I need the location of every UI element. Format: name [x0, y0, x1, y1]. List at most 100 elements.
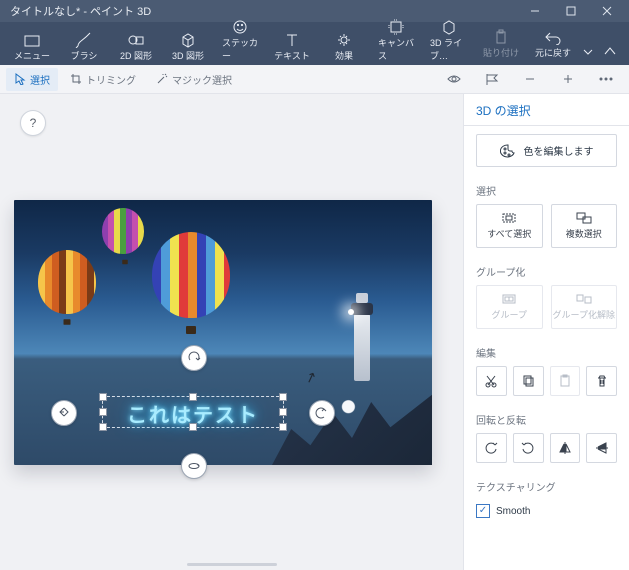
resize-handle-r[interactable] — [279, 408, 287, 416]
view3d-button[interactable] — [437, 66, 471, 92]
paste-icon — [492, 29, 510, 45]
canvas-tab[interactable]: キャンバス — [370, 17, 422, 65]
trash-icon — [595, 374, 609, 388]
side-panel: 3D の選択 色を編集します 選択 すべて選択 複数選択 — [463, 94, 629, 570]
multi-select-button[interactable]: 複数選択 — [551, 204, 618, 248]
paste-label: 貼り付け — [483, 46, 519, 59]
effects-icon — [335, 32, 353, 48]
multi-select-icon — [576, 212, 592, 224]
brush-tab[interactable]: ブラシ — [58, 30, 110, 65]
menu-button[interactable]: メニュー — [6, 32, 58, 65]
close-button[interactable] — [589, 0, 625, 22]
undo-history-dropdown[interactable] — [579, 46, 597, 62]
section-select-title: 選択 — [476, 183, 617, 198]
shapes2d-tab[interactable]: 2D 図形 — [110, 30, 162, 65]
shapes3d-tab[interactable]: 3D 図形 — [162, 30, 214, 65]
menu-icon — [23, 34, 41, 48]
selection-box[interactable]: これはテスト ↗ — [102, 396, 284, 428]
brush-icon — [75, 32, 93, 48]
cut-button[interactable] — [476, 366, 507, 396]
undo-icon — [544, 29, 562, 45]
zoom-out-button[interactable] — [513, 66, 547, 92]
rotate-y-handle[interactable] — [309, 400, 335, 426]
shapes2d-icon — [127, 32, 145, 48]
flip-vertical-button[interactable] — [586, 433, 617, 463]
select-all-label: すべて選択 — [487, 227, 531, 240]
horizontal-scroll-indicator[interactable] — [187, 563, 277, 566]
resize-handle-tl[interactable] — [99, 393, 107, 401]
magic-icon — [156, 73, 168, 85]
sub-toolbar: 選択 トリミング マジック選択 — [0, 65, 629, 94]
scene-light-beam — [348, 309, 354, 315]
rotate-cw-icon — [521, 441, 535, 455]
resize-handle-t[interactable] — [189, 393, 197, 401]
plus-icon — [562, 73, 574, 85]
rotate-cw-button[interactable] — [513, 433, 544, 463]
copy-button[interactable] — [513, 366, 544, 396]
rotate-x-handle[interactable] — [181, 345, 207, 371]
undo-label: 元に戻す — [535, 46, 571, 59]
ellipsis-icon — [599, 77, 613, 81]
paste-panel-icon — [558, 374, 572, 388]
magic-select-tool[interactable]: マジック選択 — [148, 68, 240, 91]
magic-label: マジック選択 — [172, 72, 232, 87]
delete-button[interactable] — [586, 366, 617, 396]
library3d-tab[interactable]: 3D ライブ… — [422, 17, 475, 65]
flip-v-icon — [595, 441, 609, 455]
ribbon: メニュー ブラシ 2D 図形 3D 図形 ステッカー テキスト 効果 キャンバ — [0, 22, 629, 65]
sticker-icon — [231, 19, 249, 35]
move-cursor-icon: ↗ — [303, 368, 320, 388]
select-all-icon — [501, 212, 517, 224]
rotate-z-handle[interactable] — [181, 453, 207, 479]
shapes3d-icon — [179, 32, 197, 48]
resize-handle-l[interactable] — [99, 408, 107, 416]
help-button[interactable]: ? — [20, 110, 46, 136]
check-icon: ✓ — [476, 504, 490, 518]
library3d-icon — [440, 19, 458, 35]
flag-icon — [485, 73, 499, 85]
brush-label: ブラシ — [71, 49, 98, 62]
resize-handle-tr[interactable] — [279, 393, 287, 401]
edit-color-label: 色を編集します — [524, 143, 594, 158]
ungroup-button: グループ化解除 — [551, 285, 618, 329]
smooth-checkbox[interactable]: ✓ Smooth — [476, 500, 617, 522]
zoom-in-button[interactable] — [551, 66, 585, 92]
chevron-down-icon — [583, 48, 593, 56]
crop-tool[interactable]: トリミング — [62, 68, 144, 91]
cursor-icon — [14, 73, 26, 85]
flip-horizontal-button[interactable] — [550, 433, 581, 463]
scene-balloon-1 — [38, 250, 96, 314]
edit-color-button[interactable]: 色を編集します — [476, 134, 617, 167]
select-all-button[interactable]: すべて選択 — [476, 204, 543, 248]
panel-header: 3D の選択 — [464, 94, 629, 126]
main-area: ? これはテスト — [0, 94, 629, 570]
ungroup-icon — [576, 293, 592, 305]
group-icon — [501, 293, 517, 305]
maximize-button[interactable] — [553, 0, 589, 22]
text-tab[interactable]: テキスト — [266, 30, 318, 65]
smooth-label: Smooth — [496, 506, 530, 517]
text-label: テキスト — [274, 49, 310, 62]
sticker-tab[interactable]: ステッカー — [214, 17, 266, 65]
resize-handle-b[interactable] — [189, 423, 197, 431]
canvas-stage[interactable]: ? これはテスト — [0, 94, 463, 570]
select-tool[interactable]: 選択 — [6, 68, 58, 91]
effects-tab[interactable]: 効果 — [318, 30, 370, 65]
cut-icon — [484, 374, 498, 388]
minimize-button[interactable] — [517, 0, 553, 22]
library3d-label: 3D ライブ… — [430, 36, 467, 62]
app-window: タイトルなし* - ペイント 3D メニュー ブラシ 2D 図形 3D 図形 ス… — [0, 0, 629, 570]
undo-button[interactable]: 元に戻す — [527, 27, 579, 62]
canvas-label: キャンバス — [378, 36, 414, 62]
depth-handle[interactable] — [51, 400, 77, 426]
more-button[interactable] — [589, 66, 623, 92]
shapes3d-label: 3D 図形 — [172, 49, 204, 62]
sticker-label: ステッカー — [222, 36, 258, 62]
rotate-ccw-button[interactable] — [476, 433, 507, 463]
collapse-ribbon-button[interactable] — [597, 44, 623, 62]
resize-handle-bl[interactable] — [99, 423, 107, 431]
canvas-icon — [387, 19, 405, 35]
canvas-image[interactable]: これはテスト ↗ — [14, 200, 432, 465]
resize-handle-br[interactable] — [279, 423, 287, 431]
mixed-reality-button[interactable] — [475, 66, 509, 92]
